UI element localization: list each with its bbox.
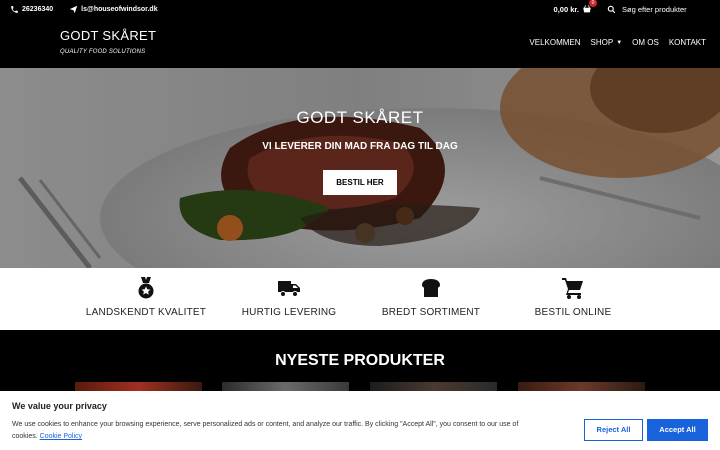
hero-title: GODT SKÅRET [296,108,424,127]
order-here-button[interactable]: BESTIL HER [323,170,397,195]
cart-total[interactable]: 0,00 kr. [554,5,579,14]
search-icon[interactable] [607,5,616,14]
nav-item-label: SHOP [590,38,614,47]
feature-online: BESTIL ONLINE [483,268,663,330]
nav-item-shop[interactable]: SHOP ▼ [591,38,623,47]
shopping-cart-icon [561,276,585,300]
site-header: GODT SKÅRET QUALITY FOOD SOLUTIONS VELKO… [0,18,720,68]
search-box [607,4,720,14]
accept-all-button[interactable]: Accept All [647,419,708,441]
mini-cart-button[interactable]: 0 [582,0,597,14]
hero-banner: GODT SKÅRET VI LEVERER DIN MAD FRA DAG T… [0,68,720,268]
logo-title[interactable]: GODT SKÅRET [60,28,156,43]
features-bar: LANDSKENDT KVALITET HURTIG LEVERING BRED… [0,268,720,330]
topbar-right: 0,00 kr. 0 [554,0,720,18]
email-address[interactable]: ls@houseofwindsor.dk [81,6,157,13]
paper-plane-icon [69,5,78,14]
medal-icon [134,276,158,300]
cookie-banner: We value your privacy We use cookies to … [0,391,720,450]
hero-food-image [0,68,720,268]
logo-tagline: QUALITY FOOD SOLUTIONS [60,49,146,55]
chevron-down-icon: ▼ [616,39,623,46]
nav-item-om-os[interactable]: OM OS [632,38,659,47]
cookie-title: We value your privacy [12,401,107,411]
search-input[interactable] [622,4,718,14]
reject-all-button[interactable]: Reject All [584,419,643,441]
cookie-description: We use cookies to enhance your browsing … [12,421,519,440]
cart-count-badge: 0 [589,0,597,7]
bread-icon [419,276,443,300]
nav-item-velkommen[interactable]: VELKOMMEN [529,38,580,47]
truck-icon [277,276,301,300]
hero-subtitle: VI LEVERER DIN MAD FRA DAG TIL DAG [262,141,458,152]
cookie-policy-link[interactable]: Cookie Policy [40,433,82,440]
phone-icon [10,5,19,14]
top-bar: 26236340 ls@houseofwindsor.dk 0,00 kr. 0 [0,0,720,18]
nav-item-kontakt[interactable]: KONTAKT [669,38,706,47]
main-nav: VELKOMMEN SHOP ▼ OM OS KONTAKT [519,38,706,47]
contact-info: 26236340 ls@houseofwindsor.dk [10,5,174,14]
phone-number[interactable]: 26236340 [22,6,53,13]
cookie-text: We use cookies to enhance your browsing … [12,419,532,443]
feature-label: BESTIL ONLINE [534,307,612,318]
section-title: NYESTE PRODUKTER [275,352,445,369]
